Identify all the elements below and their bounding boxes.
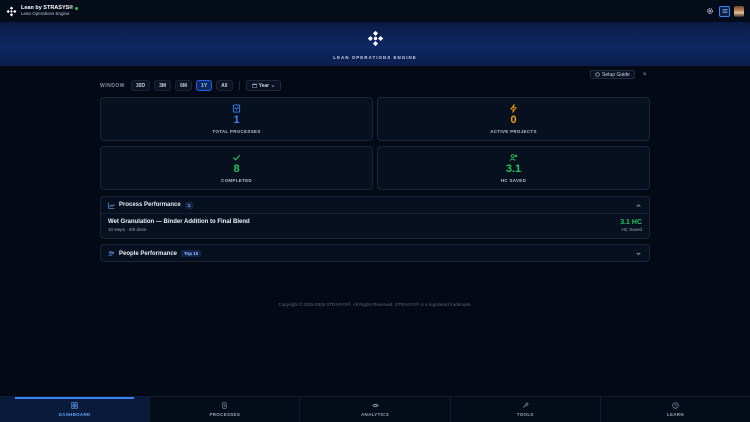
sidebar-toggle-button[interactable] — [719, 5, 730, 17]
lightning-icon — [509, 104, 517, 113]
users-icon — [108, 251, 115, 257]
process-meta: 10 steps · 8/8 done — [108, 227, 147, 232]
top-badge: Top 10 — [181, 250, 202, 257]
chart-line-icon — [108, 202, 115, 209]
setup-guide-row: Setup Guide × — [590, 70, 646, 79]
close-setup-button[interactable]: × — [643, 72, 647, 78]
process-name: Wet Granulation — Binder Addition to Fin… — [108, 219, 250, 225]
process-performance-panel: Process Performance 1 Wet Granulation — … — [100, 196, 650, 239]
check-icon — [232, 154, 241, 161]
section-title: People Performance — [119, 250, 178, 257]
help-icon — [672, 402, 679, 409]
stat-card-active-projects[interactable]: 0 ACTIVE PROJECTS — [377, 97, 650, 141]
chevron-down-icon — [271, 84, 275, 87]
stat-label: ACTIVE PROJECTS — [490, 129, 537, 134]
year-select-label: Year — [258, 82, 270, 89]
nav-tools[interactable]: TOOLS — [451, 397, 601, 422]
process-row[interactable]: Wet Granulation — Binder Addition to Fin… — [101, 214, 649, 232]
year-select[interactable]: Year — [245, 80, 282, 91]
top-bar: Lean by STRASYS® Lean Operations Engine — [0, 0, 750, 22]
top-right-controls — [705, 5, 744, 17]
nav-analytics[interactable]: ANALYTICS — [300, 397, 451, 422]
nav-label: ANALYTICS — [360, 412, 390, 417]
stat-value: 8 — [233, 163, 240, 175]
gear-icon — [707, 8, 713, 14]
document-icon — [232, 104, 241, 113]
process-info: Wet Granulation — Binder Addition to Fin… — [108, 219, 250, 232]
chevron-down-icon[interactable] — [635, 250, 642, 257]
window-option-6m[interactable]: 6M — [175, 80, 193, 91]
setup-guide-button[interactable]: Setup Guide — [590, 70, 635, 79]
settings-button[interactable] — [705, 6, 715, 16]
strasys-logo-icon — [367, 30, 383, 47]
people-performance-panel: People Performance Top 10 — [100, 244, 650, 262]
users-icon — [509, 154, 518, 161]
calendar-icon — [251, 83, 257, 88]
divider — [238, 81, 240, 90]
section-title: Process Performance — [119, 202, 181, 208]
list-icon — [222, 402, 227, 409]
brand: Lean by STRASYS® Lean Operations Engine — [21, 5, 79, 17]
banner-title: LEAN OPERATIONS ENGINE — [333, 55, 417, 60]
stat-value: 3.1 — [505, 163, 522, 175]
stat-label: COMPLETED — [221, 178, 252, 183]
brand-subtitle: Lean Operations Engine — [21, 11, 70, 16]
window-option-30d[interactable]: 30D — [130, 80, 151, 91]
status-dot — [75, 6, 79, 10]
eye-icon — [371, 403, 379, 408]
stat-card-completed[interactable]: 8 COMPLETED — [100, 146, 373, 190]
count-badge: 1 — [184, 201, 194, 209]
nav-label: PROCESSES — [209, 412, 241, 417]
process-hc: 3.1 HC HC Saved — [620, 219, 642, 232]
copyright-text: Copyright © 2025-2026 STRASYS®. All Righ… — [278, 302, 472, 307]
nav-label: TOOLS — [516, 412, 534, 417]
nav-dashboard[interactable]: DASHBOARD — [0, 397, 151, 422]
stat-card-hc-saved[interactable]: 3.1 HC SAVED — [377, 146, 650, 190]
grid-icon — [71, 402, 78, 409]
nav-learn[interactable]: LEARN — [601, 397, 750, 422]
stat-label: TOTAL PROCESSES — [212, 129, 261, 134]
nav-label: LEARN — [666, 412, 684, 417]
process-hc-label: HC Saved — [621, 227, 642, 232]
stat-value: 0 — [510, 114, 517, 126]
nav-label: DASHBOARD — [58, 412, 91, 417]
stat-label: HC SAVED — [500, 178, 527, 183]
window-option-all[interactable]: All — [216, 80, 233, 91]
strasys-logo-icon[interactable] — [6, 6, 17, 17]
people-performance-header[interactable]: People Performance Top 10 — [101, 245, 649, 262]
hero-banner: LEAN OPERATIONS ENGINE — [0, 22, 750, 66]
stat-card-total-processes[interactable]: 1 TOTAL PROCESSES — [100, 97, 373, 141]
nav-processes[interactable]: PROCESSES — [150, 397, 301, 422]
window-option-1y[interactable]: 1Y — [196, 80, 213, 91]
gear-icon — [595, 72, 600, 77]
bottom-nav: DASHBOARD PROCESSES ANALYTICS TOOLS LEAR… — [0, 396, 750, 422]
window-filter: WINDOW 30D 3M 6M 1Y All Year — [100, 80, 282, 91]
menu-icon — [722, 9, 727, 13]
setup-guide-label: Setup Guide — [602, 71, 630, 78]
stat-value: 1 — [233, 114, 240, 126]
process-hc-value: 3.1 HC — [620, 219, 642, 226]
wrench-icon — [522, 402, 529, 408]
window-option-3m[interactable]: 3M — [154, 80, 172, 91]
process-performance-header[interactable]: Process Performance 1 — [101, 197, 649, 214]
window-label: WINDOW — [100, 82, 125, 89]
user-avatar[interactable] — [734, 5, 744, 17]
chevron-up-icon[interactable] — [635, 202, 642, 209]
